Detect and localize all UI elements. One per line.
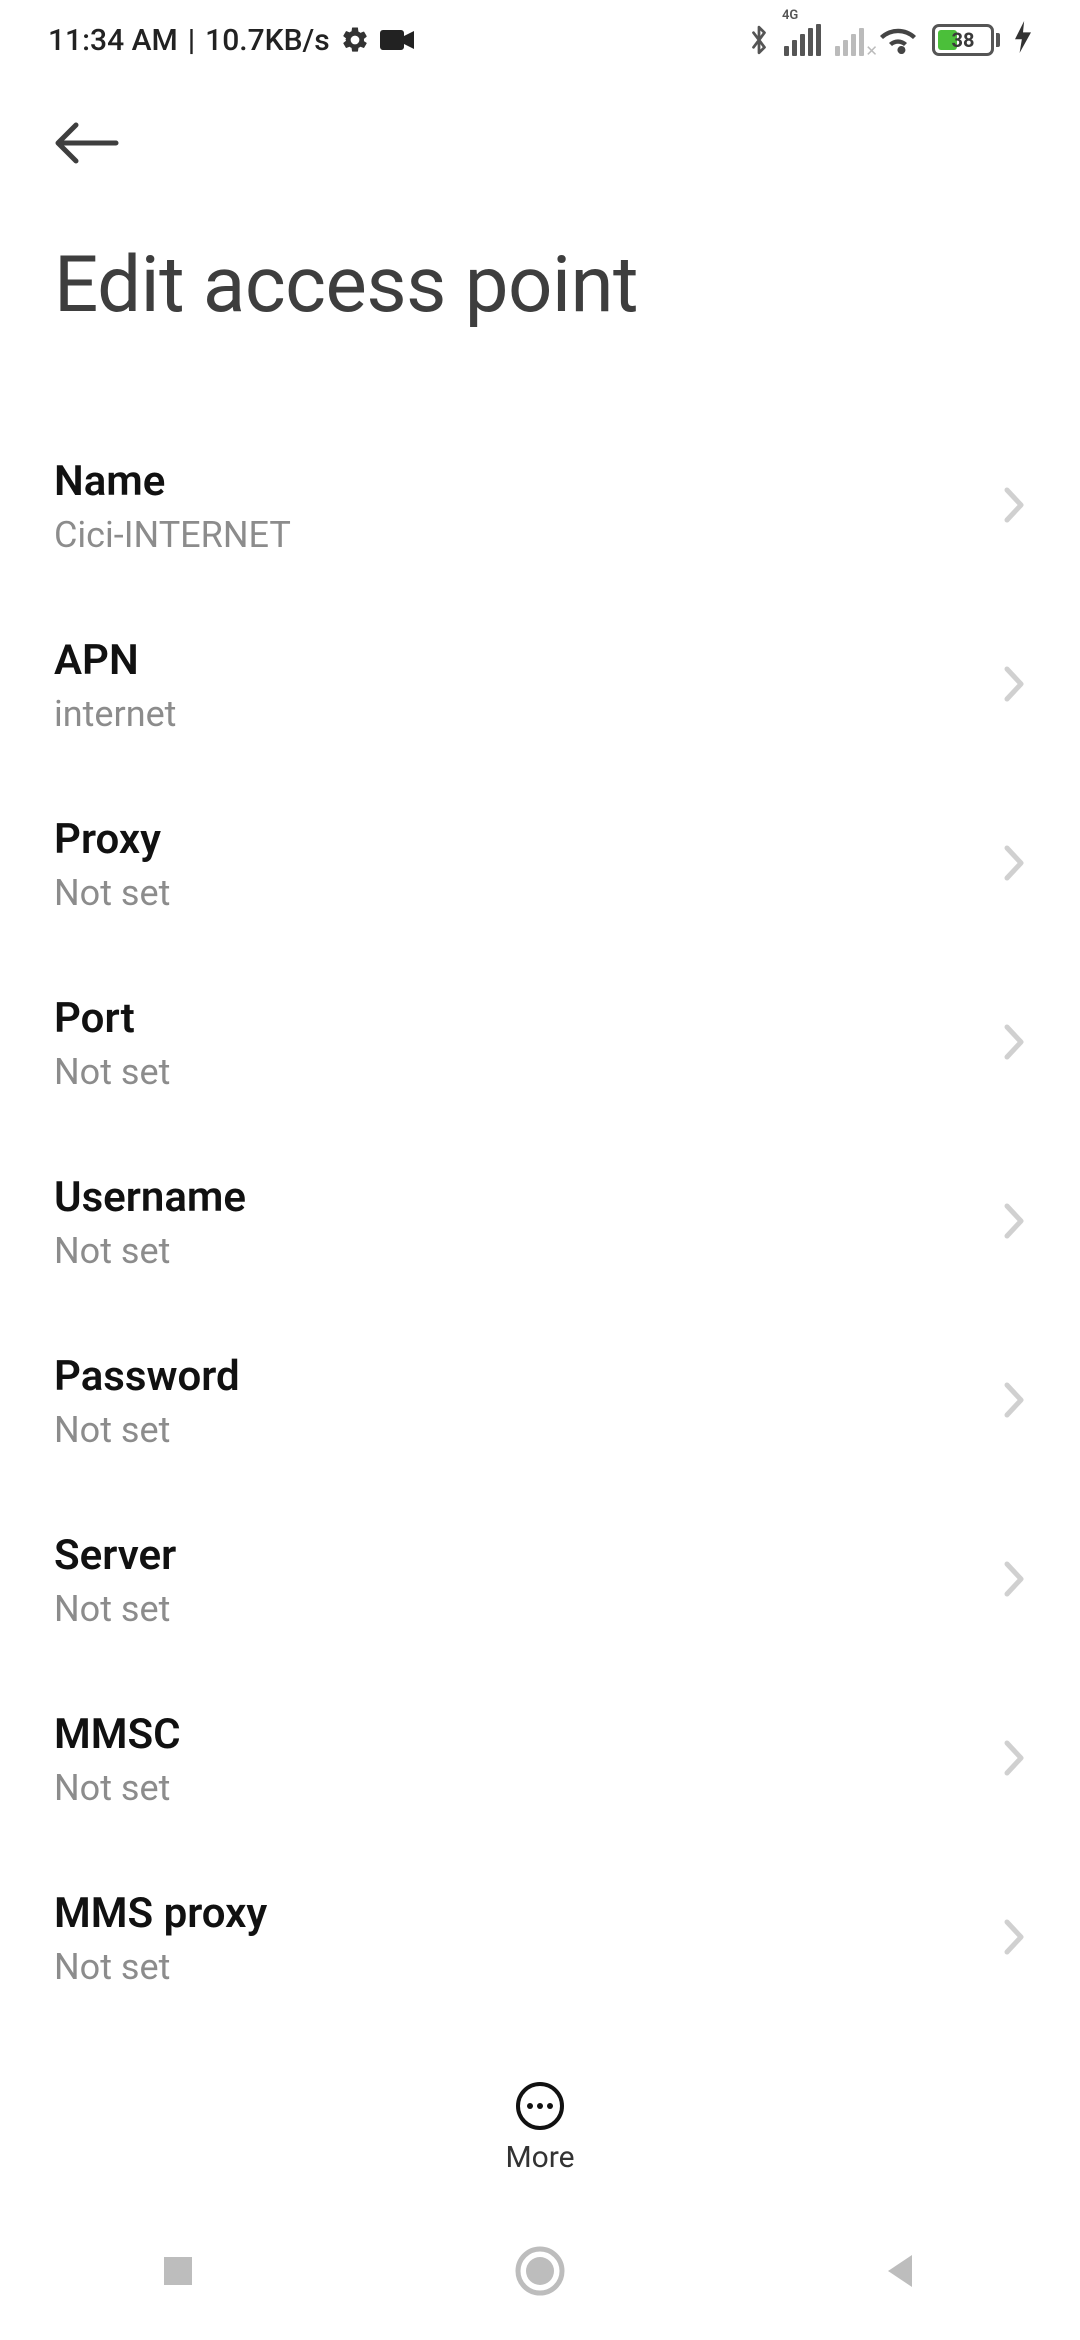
gear-icon [340,25,370,55]
chevron-right-icon [1002,843,1026,887]
back-button[interactable] [54,120,1026,166]
toolbar: More [0,2052,1080,2202]
signal-sim2-icon: ✕ [835,24,864,56]
chevron-right-icon [1002,1201,1026,1245]
setting-label: MMSC [54,1710,1002,1759]
nav-back-button[interactable] [882,2251,922,2291]
signal-sim1-icon: 4G [784,24,821,56]
charging-icon [1014,21,1032,60]
more-label: More [505,2140,574,2175]
setting-label: APN [54,636,1002,685]
no-sim-icon: ✕ [865,42,878,60]
settings-list: Name Cici-INTERNET APN internet Proxy No… [0,371,1080,2028]
nav-recent-button[interactable] [158,2251,198,2291]
chevron-right-icon [1002,485,1026,529]
status-time: 11:34 AM [48,23,178,58]
setting-label: Port [54,994,1002,1043]
status-bar: 11:34 AM | 10.7KB/s 4G ✕ [0,0,1080,80]
camera-icon [380,28,414,52]
setting-password[interactable]: Password Not set [0,1312,1080,1491]
setting-value: internet [54,693,1002,735]
setting-value: Not set [54,1588,1002,1630]
chevron-right-icon [1002,1380,1026,1424]
bluetooth-icon [748,23,770,57]
wifi-icon [878,24,918,56]
more-button[interactable] [514,2080,566,2132]
battery-percentage: 38 [952,28,975,52]
chevron-right-icon [1002,1917,1026,1961]
chevron-right-icon [1002,1022,1026,1066]
page-title: Edit access point [0,186,1080,371]
setting-value: Not set [54,1409,1002,1451]
setting-username[interactable]: Username Not set [0,1133,1080,1312]
setting-server[interactable]: Server Not set [0,1491,1080,1670]
setting-value: Not set [54,1051,1002,1093]
setting-label: Proxy [54,815,1002,864]
network-4g-label: 4G [782,8,798,23]
setting-value: Not set [54,872,1002,914]
setting-value: Not set [54,1946,1002,1988]
battery-icon: 38 [932,24,1000,56]
status-separator: | [188,23,195,58]
chevron-right-icon [1002,1738,1026,1782]
nav-home-button[interactable] [514,2245,566,2297]
setting-label: Username [54,1173,1002,1222]
setting-mmsc[interactable]: MMSC Not set [0,1670,1080,1849]
status-speed: 10.7KB/s [205,23,330,58]
setting-value: Cici-INTERNET [54,514,1002,556]
setting-label: Name [54,457,1002,506]
setting-label: Password [54,1352,1002,1401]
chevron-right-icon [1002,664,1026,708]
navigation-bar [0,2202,1080,2340]
setting-mms-proxy[interactable]: MMS proxy Not set [0,1849,1080,2028]
setting-label: MMS proxy [54,1889,1002,1938]
setting-port[interactable]: Port Not set [0,954,1080,1133]
setting-label: Server [54,1531,1002,1580]
setting-apn[interactable]: APN internet [0,596,1080,775]
setting-name[interactable]: Name Cici-INTERNET [0,417,1080,596]
chevron-right-icon [1002,1559,1026,1603]
status-left: 11:34 AM | 10.7KB/s [48,23,414,58]
header [0,80,1080,186]
setting-value: Not set [54,1230,1002,1272]
setting-value: Not set [54,1767,1002,1809]
status-right: 4G ✕ 38 [748,21,1032,60]
setting-proxy[interactable]: Proxy Not set [0,775,1080,954]
